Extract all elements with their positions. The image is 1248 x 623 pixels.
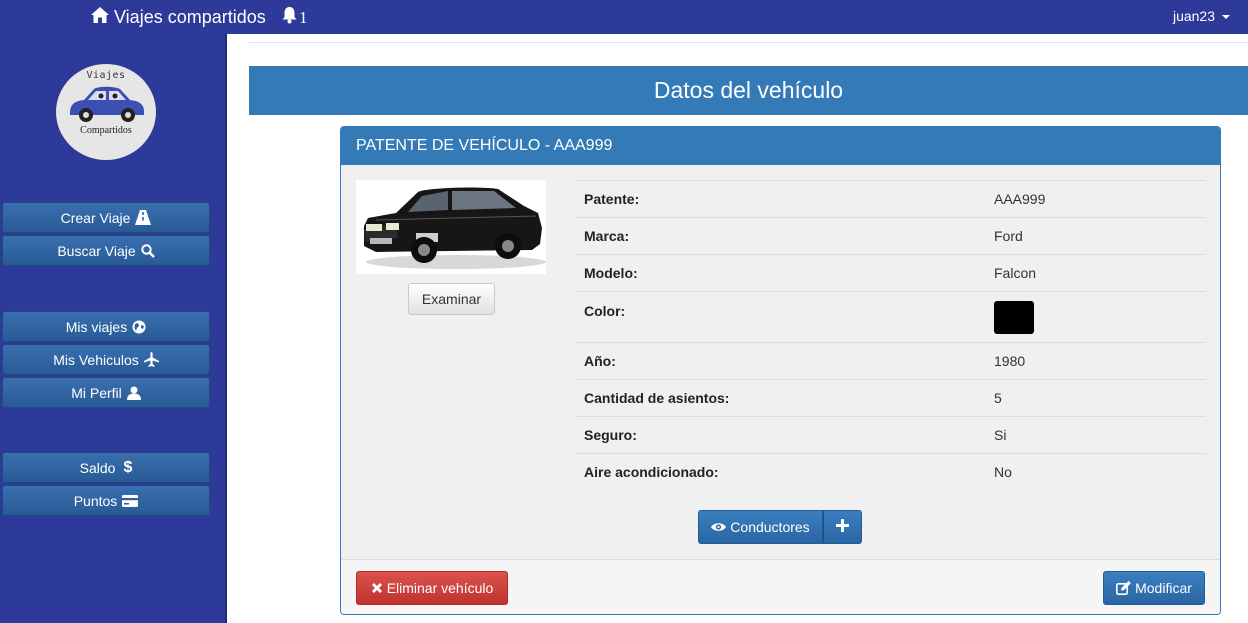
table-row: Seguro: Si (576, 416, 1206, 454)
conductores-button[interactable]: Conductores (698, 510, 823, 544)
row-key: Cantidad de asientos: (576, 379, 986, 417)
table-row: Modelo: Falcon (576, 254, 1206, 292)
sidebar-item-mi-perfil[interactable]: Mi Perfil (2, 377, 210, 408)
table-row: Patente: AAA999 (576, 180, 1206, 218)
sidebar-item-puntos[interactable]: Puntos (2, 485, 210, 516)
row-key: Color: (576, 291, 986, 343)
logo: Viajes Compartidos (56, 64, 156, 160)
plus-icon (836, 519, 849, 535)
sidebar-item-label: Mi Perfil (71, 384, 122, 401)
close-icon (371, 582, 383, 594)
content-divider (249, 42, 1248, 50)
row-value: Ford (986, 217, 1206, 255)
notifications-button[interactable]: 1 (281, 6, 308, 27)
sidebar-item-label: Buscar Viaje (57, 242, 136, 259)
table-row: Año: 1980 (576, 342, 1206, 380)
brand-link[interactable]: Viajes compartidos (90, 5, 266, 29)
plane-icon (143, 352, 159, 367)
sidebar-item-label: Puntos (73, 492, 118, 509)
row-key: Año: (576, 342, 986, 380)
vehicle-image (356, 180, 546, 274)
color-swatch (994, 300, 1034, 334)
modify-button[interactable]: Modificar (1103, 571, 1205, 605)
panel-heading: PATENTE DE VEHÍCULO - AAA999 (341, 127, 1220, 165)
logo-text-top: Viajes (86, 70, 126, 81)
delete-label: Eliminar vehículo (386, 580, 494, 596)
sidebar-item-crear-viaje[interactable]: Crear Viaje (2, 202, 210, 233)
edit-icon (1116, 581, 1131, 595)
page-title: Datos del vehículo (249, 66, 1248, 115)
sidebar-item-saldo[interactable]: Saldo $ (2, 452, 210, 483)
table-row: Marca: Ford (576, 217, 1206, 255)
sidebar-item-label: Mis viajes (65, 318, 128, 335)
road-icon (135, 210, 152, 225)
sidebar-item-label: Mis Vehiculos (53, 351, 139, 368)
row-value: No (986, 453, 1206, 491)
conductores-label: Conductores (730, 519, 810, 535)
sidebar-item-mis-viajes[interactable]: Mis viajes (2, 311, 210, 342)
brand-label: Viajes compartidos (114, 6, 266, 27)
sidebar-item-mis-vehiculos[interactable]: Mis Vehiculos (2, 344, 210, 375)
user-icon (126, 386, 141, 400)
row-value: 5 (986, 379, 1206, 417)
modify-label: Modificar (1135, 580, 1192, 596)
home-icon (90, 6, 114, 29)
top-navbar: Viajes compartidos 1 juan23 (0, 0, 1248, 34)
vehicle-info-table: Patente: AAA999 Marca: Ford Modelo: Falc… (576, 180, 1206, 491)
bell-icon (281, 6, 298, 27)
sidebar-item-label: Saldo (79, 459, 116, 476)
table-row: Color: (576, 291, 1206, 343)
logo-text-bottom: Compartidos (80, 125, 132, 136)
add-conductor-button[interactable] (823, 510, 862, 544)
row-value: AAA999 (986, 180, 1206, 218)
sidebar-item-label: Crear Viaje (60, 209, 131, 226)
caret-down-icon (1222, 15, 1230, 19)
eye-icon (711, 522, 727, 532)
table-row: Cantidad de asientos: 5 (576, 379, 1206, 417)
row-key: Patente: (576, 180, 986, 218)
sidebar: Viajes Compartidos Crear Viaje Buscar Vi… (0, 34, 227, 623)
globe-icon (132, 320, 146, 334)
row-key: Marca: (576, 217, 986, 255)
row-value: 1980 (986, 342, 1206, 380)
sidebar-item-buscar-viaje[interactable]: Buscar Viaje (2, 235, 210, 266)
row-value (986, 291, 1206, 343)
panel-footer: Eliminar vehículo Modificar (341, 559, 1220, 614)
row-key: Seguro: (576, 416, 986, 454)
row-value: Si (986, 416, 1206, 454)
car-logo-icon (70, 86, 144, 122)
row-value: Falcon (986, 254, 1206, 292)
table-row: Aire acondicionado: No (576, 453, 1206, 491)
delete-vehicle-button[interactable]: Eliminar vehículo (356, 571, 508, 605)
user-menu[interactable]: juan23 (1173, 8, 1230, 24)
row-key: Modelo: (576, 254, 986, 292)
vehicle-panel: PATENTE DE VEHÍCULO - AAA999 Examinar Pa… (340, 126, 1221, 615)
credit-card-icon (122, 494, 139, 507)
conductores-button-group: Conductores (698, 510, 862, 544)
row-key: Aire acondicionado: (576, 453, 986, 491)
username: juan23 (1172, 8, 1215, 24)
notification-count: 1 (299, 8, 308, 27)
dollar-icon: $ (123, 458, 133, 476)
search-icon (140, 243, 155, 258)
examinar-button[interactable]: Examinar (408, 283, 495, 315)
